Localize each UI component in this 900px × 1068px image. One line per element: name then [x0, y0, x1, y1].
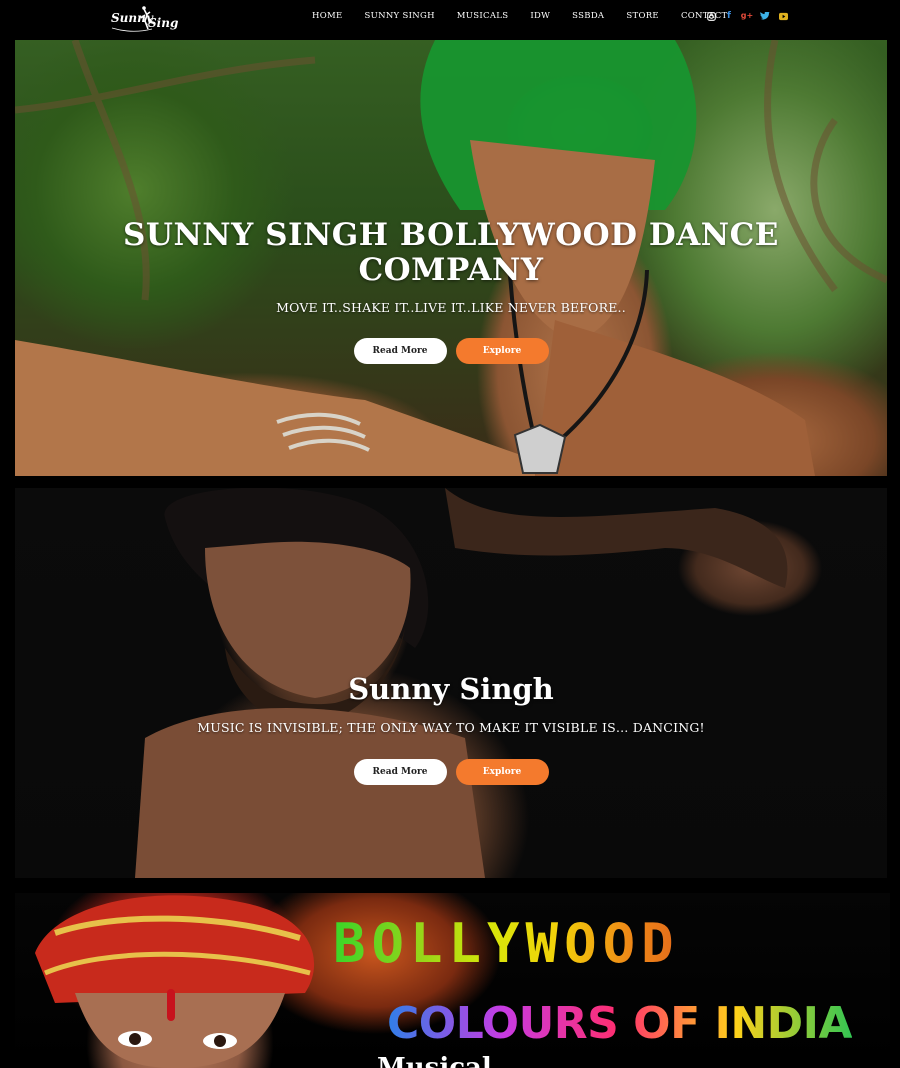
- facebook-icon[interactable]: f: [724, 11, 734, 21]
- hero-tagline: MOVE IT..SHAKE IT..LIVE IT..LIKE NEVER B…: [276, 300, 626, 315]
- banner-musical: Musical: [377, 1053, 492, 1068]
- hero-quote: MUSIC IS INVISIBLE; THE ONLY WAY TO MAKE…: [197, 720, 705, 735]
- youtube-icon[interactable]: [778, 11, 788, 21]
- nav-ssbda[interactable]: SSBDA: [572, 11, 604, 21]
- hero-slide-company: SUNNY SINGH BOLLYWOOD DANCE COMPANY MOVE…: [15, 40, 887, 476]
- top-navigation-bar: Sunny Singh HOME SUNNY SINGH MUSICALS ID…: [0, 0, 900, 38]
- nav-musicals[interactable]: MUSICALS: [457, 11, 509, 21]
- nav-sunny-singh[interactable]: SUNNY SINGH: [365, 11, 435, 21]
- hero-buttons: Read More Explore: [15, 338, 887, 364]
- hero-slide-bollywood-musical: BOLLYWOOD COLOURS OF INDIA Musical: [15, 893, 890, 1068]
- hero-title-line-2: COMPANY: [358, 252, 544, 288]
- explore-button[interactable]: Explore: [455, 759, 549, 785]
- hero-slide-sunny-singh: Sunny Singh MUSIC IS INVISIBLE; THE ONLY…: [15, 488, 887, 878]
- nav-store[interactable]: STORE: [626, 11, 659, 21]
- social-links: f g+: [706, 11, 788, 21]
- google-plus-icon[interactable]: g+: [741, 11, 753, 21]
- instagram-icon[interactable]: [706, 11, 716, 21]
- read-more-button[interactable]: Read More: [353, 759, 447, 785]
- tilak-mark: [167, 989, 175, 1021]
- hero-name-title: Sunny Singh: [348, 672, 554, 706]
- nav-idw[interactable]: IDW: [530, 11, 550, 21]
- nav-home[interactable]: HOME: [312, 11, 343, 21]
- hero-buttons: Read More Explore: [15, 759, 887, 785]
- site-logo[interactable]: Sunny Singh: [110, 5, 178, 35]
- hero-heading: SUNNY SINGH BOLLYWOOD DANCE COMPANY: [15, 218, 887, 288]
- svg-text:Singh: Singh: [148, 16, 178, 30]
- explore-button[interactable]: Explore: [455, 338, 549, 364]
- main-menu: HOME SUNNY SINGH MUSICALS IDW SSBDA STOR…: [312, 11, 749, 21]
- twitter-icon[interactable]: [760, 11, 770, 21]
- read-more-button[interactable]: Read More: [353, 338, 447, 364]
- banner-subtitle: COLOURS OF INDIA: [387, 998, 853, 1049]
- logo-icon: Sunny Singh: [111, 6, 178, 32]
- banner-title: BOLLYWOOD: [333, 909, 680, 979]
- hero-title-line-1: SUNNY SINGH BOLLYWOOD DANCE: [123, 217, 779, 253]
